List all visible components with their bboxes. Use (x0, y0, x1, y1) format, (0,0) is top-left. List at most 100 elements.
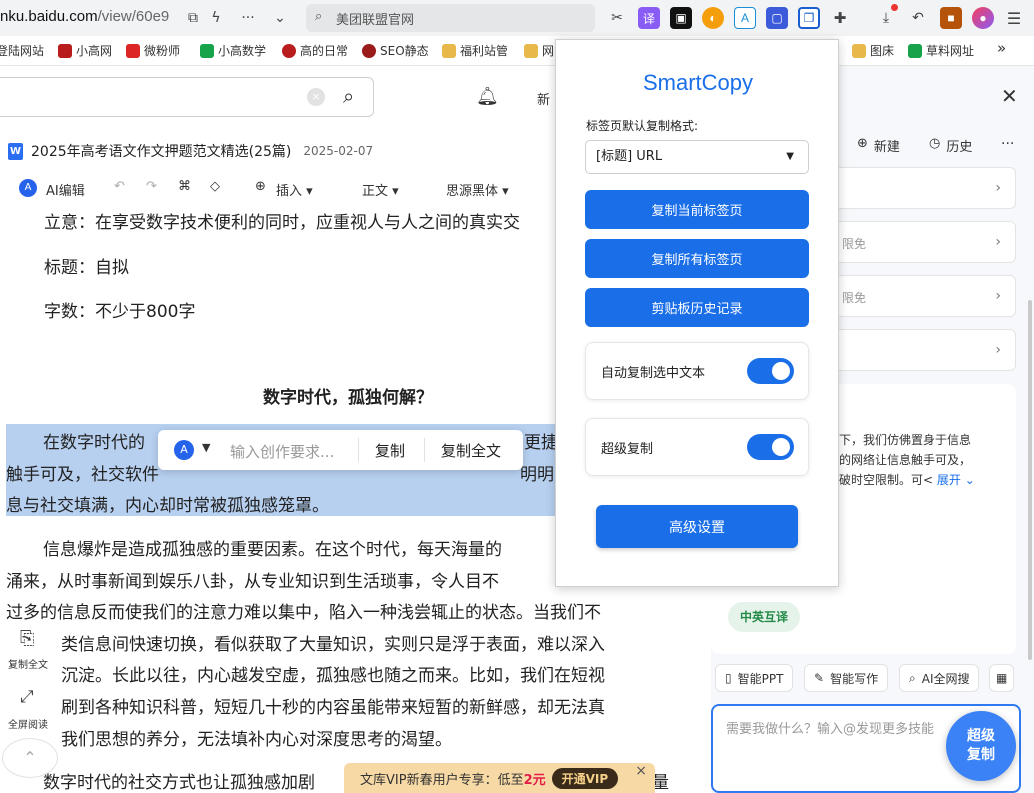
copy-button[interactable]: 复制 (375, 440, 405, 461)
new-link[interactable]: 新 (537, 89, 550, 108)
bookmark-item[interactable]: 高的日常 (282, 42, 348, 59)
essay-heading: 数字时代，孤独何解？ (263, 388, 433, 408)
doc-line: 类信息间快速切换，看似获取了大量知识，实则只是浮于表面，难以深入 (61, 635, 605, 655)
search-icon: ⌕ (909, 670, 916, 685)
caret-down-icon: ▼ (786, 151, 794, 162)
fullscreen-tool[interactable]: 全屏阅读 (8, 716, 48, 731)
clipboard-history-button[interactable]: 剪贴板历史记录 (585, 288, 809, 327)
bell-icon[interactable]: 🔔︎ (476, 86, 499, 107)
copy-current-tab-button[interactable]: 复制当前标签页 (585, 190, 809, 229)
search-icon[interactable]: ⌕ (343, 84, 354, 108)
more-icon[interactable]: ··· (1001, 136, 1014, 152)
clock-icon: ◷ (929, 136, 941, 151)
doc-line: 息与社交填满，内心却时常被孤独感笼罩。 (6, 496, 329, 516)
ai-logo-icon[interactable]: A (174, 440, 194, 460)
super-copy-label: 超级复制 (601, 441, 654, 457)
ai-edit-button[interactable]: AI编辑 (46, 180, 85, 199)
chevron-down-icon[interactable]: ⌄ (270, 8, 290, 28)
doc-line: 立意：在享受数字技术便利的同时，应重视人与人之间的真实交 (44, 213, 520, 233)
eraser-icon[interactable]: ◇ (210, 179, 220, 194)
briefcase-icon[interactable]: ■ (940, 7, 962, 29)
super-copy-fab[interactable]: 超级 复制 (946, 711, 1016, 781)
ext-color-icon[interactable]: ◐ (702, 7, 724, 29)
clear-icon[interactable]: × (307, 88, 325, 106)
insert-menu[interactable]: 插入 ▾ (276, 180, 313, 199)
more-icon[interactable]: ··· (238, 8, 258, 28)
ext-box-icon[interactable]: ▢ (766, 7, 788, 29)
bookmark-item[interactable]: 小高数学 (200, 42, 266, 59)
vip-banner: 文库VIP新春用户专享：低至 2元 开通VIP × (344, 763, 655, 793)
more-apps-icon[interactable]: ▦ (989, 664, 1015, 692)
lightning-icon[interactable]: ϟ (206, 8, 226, 28)
undo-icon[interactable]: ↶ (908, 8, 928, 28)
font-select[interactable]: 思源黑体 ▾ (446, 180, 509, 199)
address-bar[interactable]: nku.baidu.com/view/60e9 (0, 8, 169, 25)
ai-search-chip[interactable]: ⌕ AI全网搜 (899, 664, 980, 692)
close-icon[interactable]: × (635, 763, 647, 779)
translate-ext-icon[interactable]: 译 (638, 7, 660, 29)
copy-all-tabs-button[interactable]: 复制所有标签页 (585, 239, 809, 278)
search-box[interactable]: ⌕ 美团联盟官网 (306, 4, 595, 32)
divider (358, 438, 359, 462)
bookmark-folder[interactable]: 图床 (852, 42, 894, 59)
super-copy-toggle[interactable] (747, 434, 794, 460)
undo-icon[interactable]: ↶ (114, 179, 125, 194)
history-button[interactable]: ◷ 历史 (929, 136, 972, 155)
doc-line: 数字时代的社交方式也让孤独感加剧 (43, 773, 315, 793)
scissors-icon[interactable]: ✂ (607, 8, 627, 28)
format-value: [标题] URL (596, 149, 663, 164)
ext-dark-icon[interactable]: ▣ (670, 7, 692, 29)
advanced-settings-button[interactable]: 高级设置 (596, 505, 798, 548)
bookmarks-overflow[interactable]: » (997, 39, 1006, 57)
doc-line: 信息爆炸是造成孤独感的重要因素。在这个时代，每天海量的 (43, 540, 502, 560)
copy-all-tool[interactable]: 复制全文 (8, 656, 48, 671)
pen-icon: ✎ (814, 671, 825, 685)
chevron-right-icon: › (995, 288, 1001, 304)
doc-line: 明明 (520, 465, 554, 485)
folder-icon (852, 43, 866, 58)
menu-icon[interactable]: ☰ (1004, 8, 1024, 28)
format-select[interactable]: [标题] URL ▼ (585, 140, 809, 174)
download-icon[interactable]: ⤓ (876, 8, 896, 28)
caret-down-icon[interactable]: ▼ (202, 441, 210, 454)
copy-all-button[interactable]: 复制全文 (441, 440, 501, 461)
redo-icon[interactable]: ↷ (146, 179, 157, 194)
bookmark-item[interactable]: 草料网址 (908, 42, 974, 59)
folder-icon (442, 43, 456, 58)
scrollbar[interactable] (1028, 300, 1032, 660)
new-chat-button[interactable]: ⊕ 新建 (857, 136, 900, 155)
doc-search-input[interactable]: × ⌕ (0, 77, 374, 117)
bookmarks-bar: 登陆网站 小高网 微粉师 小高数学 高的日常 SEO静态 福利站管 网 图床 草… (0, 36, 1034, 66)
bookmark-folder[interactable]: 网 (524, 42, 554, 59)
auto-copy-toggle[interactable] (747, 358, 794, 384)
ext-a-icon[interactable]: A (734, 7, 756, 29)
bookmark-folder[interactable]: 福利站管 (442, 42, 508, 59)
translate-chip[interactable]: 中英互译 (728, 602, 801, 632)
avatar-icon[interactable]: ● (972, 7, 994, 29)
cast-icon[interactable]: ⧉ (183, 8, 203, 28)
paragraph-style-select[interactable]: 正文 ▾ (362, 180, 399, 199)
ai-prompt-input[interactable]: 输入创作要求... (230, 441, 334, 462)
smart-ppt-chip[interactable]: ▯ 智能PPT (715, 664, 794, 692)
puzzle-icon[interactable]: ✚ (830, 8, 850, 28)
back-to-top-button[interactable]: ⌃ (2, 738, 58, 778)
close-icon[interactable]: ✕ (1001, 84, 1018, 108)
bookmark-item[interactable]: 小高网 (58, 42, 112, 59)
vip-price: 2元 (523, 772, 546, 788)
fullscreen-icon[interactable]: ⤢ (20, 687, 34, 707)
copy-icon[interactable]: ⎘ (20, 628, 34, 649)
format-painter-icon[interactable]: ⌘ (178, 179, 191, 194)
notification-dot (891, 4, 898, 11)
super-copy-row: 超级复制 (585, 418, 809, 476)
open-vip-button[interactable]: 开通VIP (551, 767, 619, 789)
bookmark-item[interactable]: SEO静态 (362, 42, 429, 59)
doc-title: 2025年高考语文作文押题范文精选(25篇) (31, 144, 292, 160)
smartcopy-ext-icon[interactable]: ❐ (798, 7, 820, 29)
bookmark-item[interactable]: 登陆网站 (0, 42, 44, 59)
doc-line: 触手可及，社交软件 (6, 465, 159, 485)
search-icon: ⌕ (315, 9, 323, 24)
smartcopy-popup: SmartCopy 标签页默认复制格式: [标题] URL ▼ 复制当前标签页 … (555, 39, 839, 587)
bookmark-item[interactable]: 微粉师 (126, 42, 180, 59)
expand-link[interactable]: 展开 (937, 473, 961, 487)
smart-write-chip[interactable]: ✎ 智能写作 (804, 664, 889, 692)
